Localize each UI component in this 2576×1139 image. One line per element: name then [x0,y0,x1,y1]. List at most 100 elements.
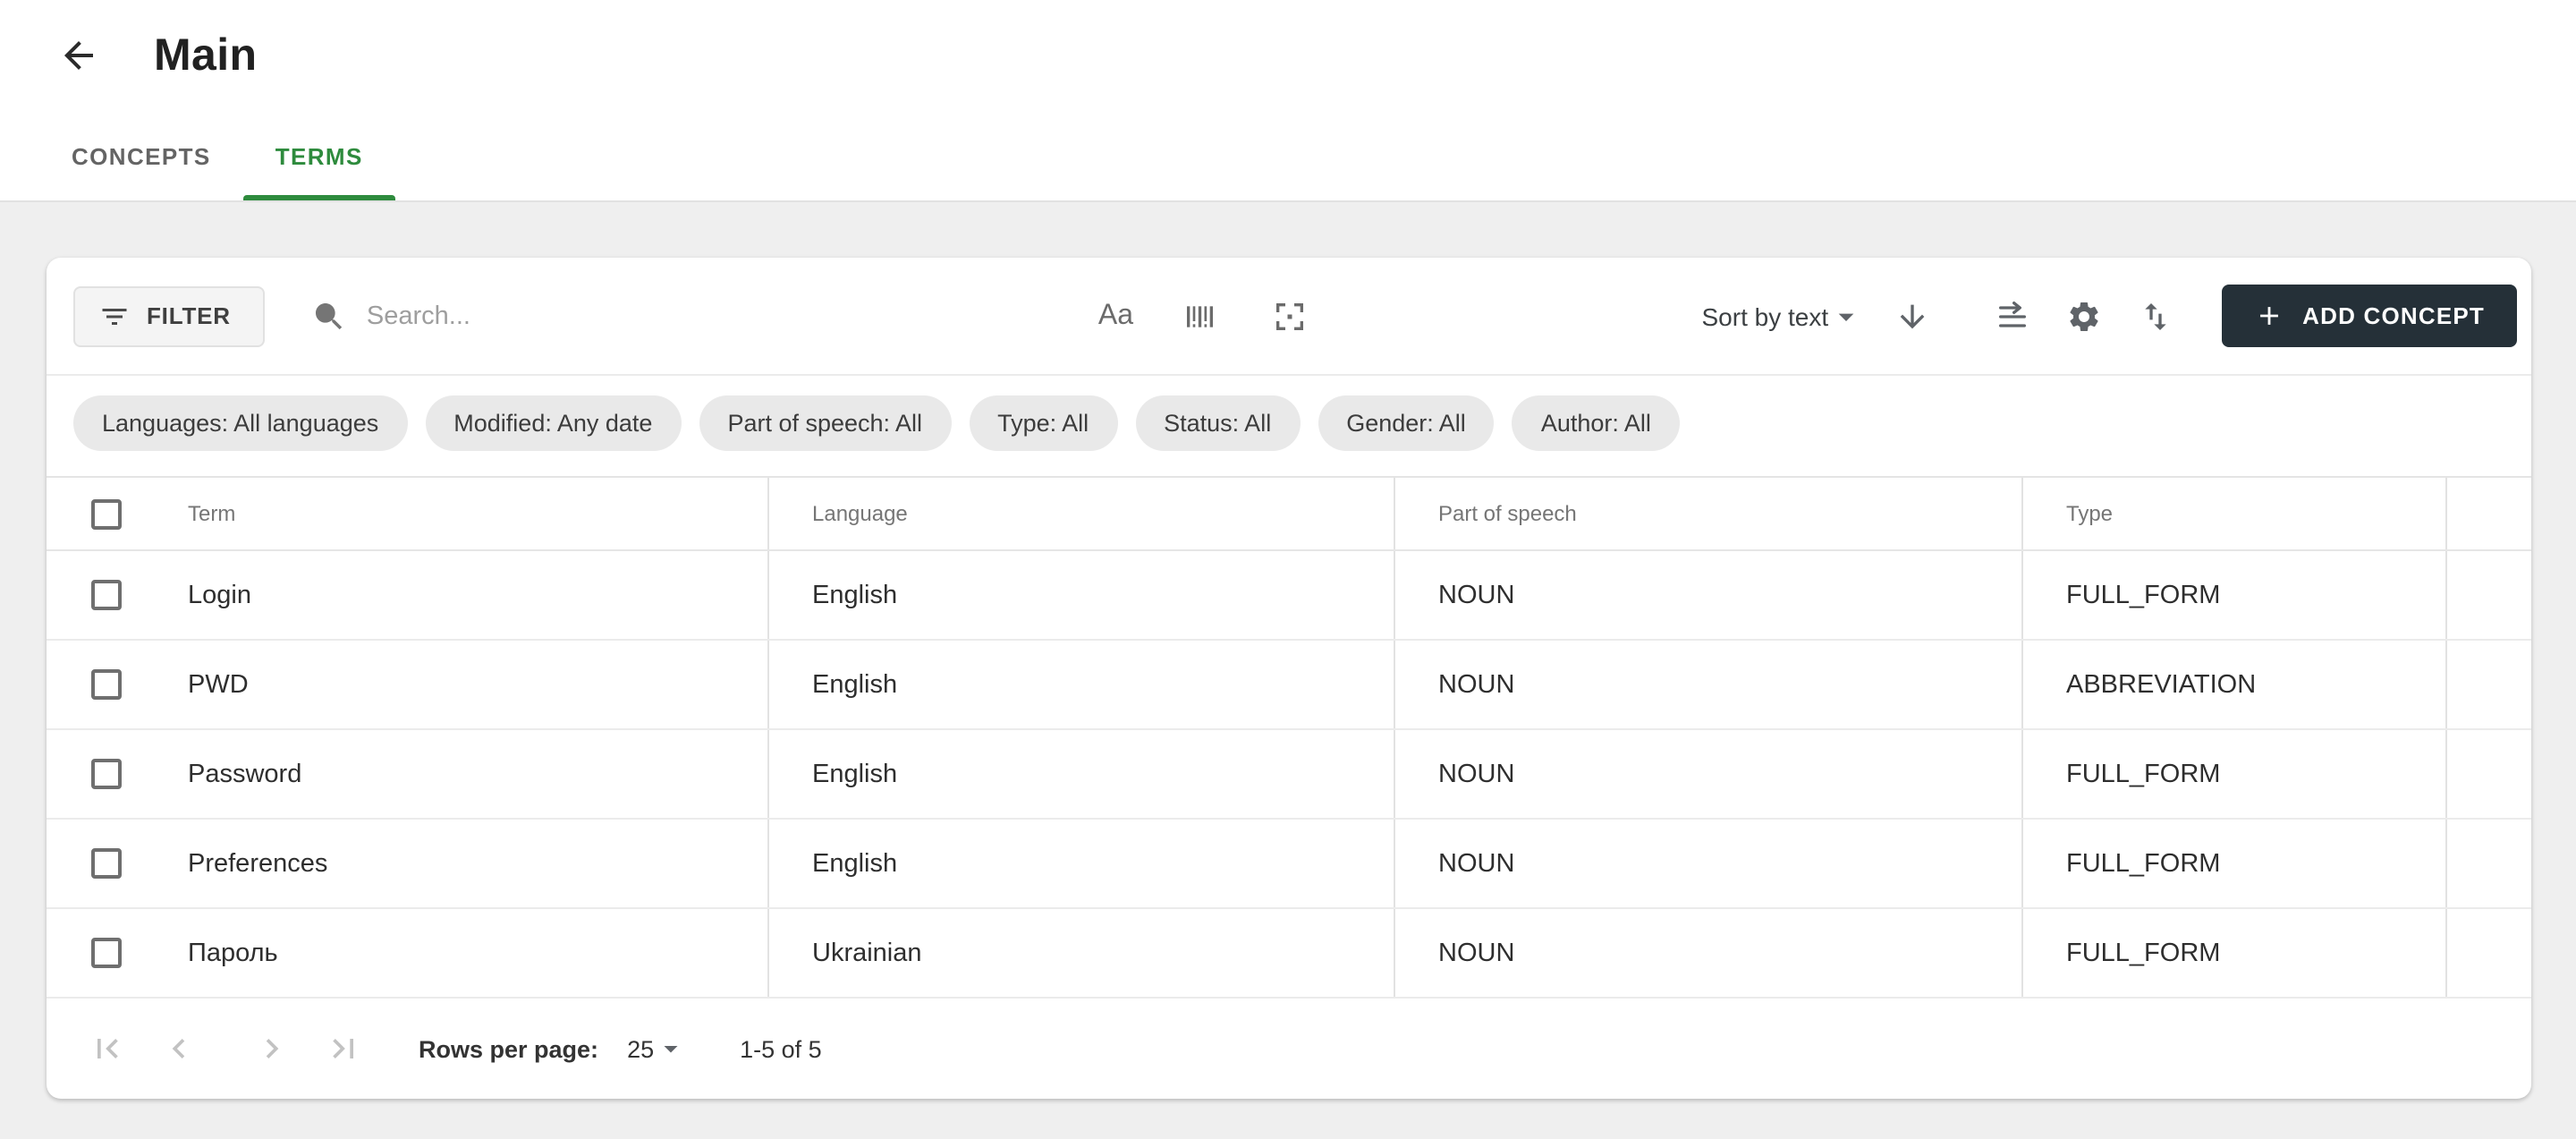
cell-language: English [767,641,1394,728]
back-button[interactable] [43,20,114,91]
sort-label: Sort by text [1702,302,1829,330]
match-case-toggle[interactable]: Aa [1095,289,1137,343]
filter-chip-part-of-speech[interactable]: Part of speech: All [699,395,951,451]
cell-term: Пароль [141,909,767,997]
terms-table: Term Language Part of speech Type Login … [47,478,2531,999]
column-header-term: Term [141,478,767,549]
sort-select[interactable]: Sort by text [1702,298,1865,334]
filter-chips-row: Languages: All languages Modified: Any d… [47,376,2531,478]
plus-icon [2254,301,2284,331]
terms-panel: FILTER Aa [47,258,2531,1099]
last-page-button[interactable] [308,1013,379,1084]
filter-button[interactable]: FILTER [73,285,265,346]
cell-term: Password [141,730,767,818]
selection-frame-button[interactable] [1262,289,1316,343]
previous-page-button[interactable] [143,1013,215,1084]
cell-type: FULL_FORM [2021,909,2445,997]
filter-button-label: FILTER [147,302,231,329]
arrow-down-icon [1894,298,1930,334]
cell-language: English [767,730,1394,818]
cell-term: Login [141,551,767,639]
rows-per-page-label: Rows per page: [419,1035,598,1062]
row-checkbox-cell [47,730,141,818]
tab-terms[interactable]: TERMS [243,111,395,200]
cell-part-of-speech: NOUN [1394,641,2021,728]
column-header-extra [2445,478,2531,549]
row-checkbox[interactable] [91,848,122,879]
barcode-icon [1182,298,1217,334]
row-checkbox-cell [47,551,141,639]
chevron-right-icon [252,1029,292,1068]
cell-type: FULL_FORM [2021,551,2445,639]
row-checkbox-cell [47,909,141,997]
settings-button[interactable] [2057,289,2111,343]
cell-part-of-speech: NOUN [1394,820,2021,907]
barcode-toggle-button[interactable] [1173,289,1226,343]
filter-chip-modified[interactable]: Modified: Any date [425,395,681,451]
tab-concepts[interactable]: CONCEPTS [39,111,243,200]
app-root: Main CONCEPTS TERMS FILTER [0,0,2576,1139]
filter-chip-author[interactable]: Author: All [1513,395,1680,451]
table-row[interactable]: PWD English NOUN ABBREVIATION [47,641,2531,730]
cell-type: ABBREVIATION [2021,641,2445,728]
table-row[interactable]: Preferences English NOUN FULL_FORM [47,820,2531,909]
match-case-label: Aa [1098,300,1133,332]
column-header-language: Language [767,478,1394,549]
wrap-text-button[interactable] [1986,289,2039,343]
filter-chip-gender[interactable]: Gender: All [1318,395,1495,451]
rows-per-page-value: 25 [627,1035,654,1062]
cell-part-of-speech: NOUN [1394,730,2021,818]
table-header-row: Term Language Part of speech Type [47,478,2531,551]
import-export-button[interactable] [2129,289,2182,343]
next-page-button[interactable] [236,1013,308,1084]
page-range-label: 1-5 of 5 [740,1035,822,1062]
row-checkbox[interactable] [91,580,122,610]
crop-frame-icon [1271,298,1307,334]
filter-chip-type[interactable]: Type: All [969,395,1117,451]
column-header-part-of-speech: Part of speech [1394,478,2021,549]
tab-bar: CONCEPTS TERMS [0,111,2576,200]
table-row[interactable]: Login English NOUN FULL_FORM [47,551,2531,641]
table-footer: Rows per page: 25 1-5 of 5 [47,999,2531,1099]
cell-type: FULL_FORM [2021,730,2445,818]
filter-chip-status[interactable]: Status: All [1135,395,1300,451]
page-title: Main [154,30,258,81]
page-content: FILTER Aa [0,202,2576,1099]
add-concept-button[interactable]: ADD CONCEPT [2222,285,2517,347]
cell-term: PWD [141,641,767,728]
up-down-arrows-icon [2138,298,2174,334]
rows-per-page-select[interactable]: 25 [627,1033,686,1065]
cell-term: Preferences [141,820,767,907]
header-top: Main [0,0,2576,111]
cell-extra [2445,820,2531,907]
toolbar-icon-group [1986,289,2182,343]
search-input[interactable] [367,302,1063,330]
gear-icon [2066,298,2102,334]
select-all-checkbox[interactable] [91,498,122,529]
row-checkbox[interactable] [91,759,122,789]
first-page-button[interactable] [72,1013,143,1084]
last-page-icon [324,1029,363,1068]
search-box [311,298,1063,334]
tab-terms-label: TERMS [275,142,363,169]
chevron-left-icon [159,1029,199,1068]
cell-language: English [767,820,1394,907]
row-checkbox[interactable] [91,669,122,700]
row-checkbox-cell [47,641,141,728]
cell-language: English [767,551,1394,639]
filter-chip-languages[interactable]: Languages: All languages [73,395,407,451]
cell-extra [2445,641,2531,728]
toolbar: FILTER Aa [47,258,2531,376]
table-row[interactable]: Password English NOUN FULL_FORM [47,730,2531,820]
page-header: Main CONCEPTS TERMS [0,0,2576,202]
tab-concepts-label: CONCEPTS [72,142,211,169]
cell-part-of-speech: NOUN [1394,551,2021,639]
column-header-type: Type [2021,478,2445,549]
arrow-left-icon [57,34,100,77]
chevron-down-icon [654,1033,686,1065]
row-checkbox[interactable] [91,938,122,968]
cell-extra [2445,730,2531,818]
table-row[interactable]: Пароль Ukrainian NOUN FULL_FORM [47,909,2531,999]
filter-list-icon [98,300,131,332]
sort-direction-button[interactable] [1885,289,1939,343]
